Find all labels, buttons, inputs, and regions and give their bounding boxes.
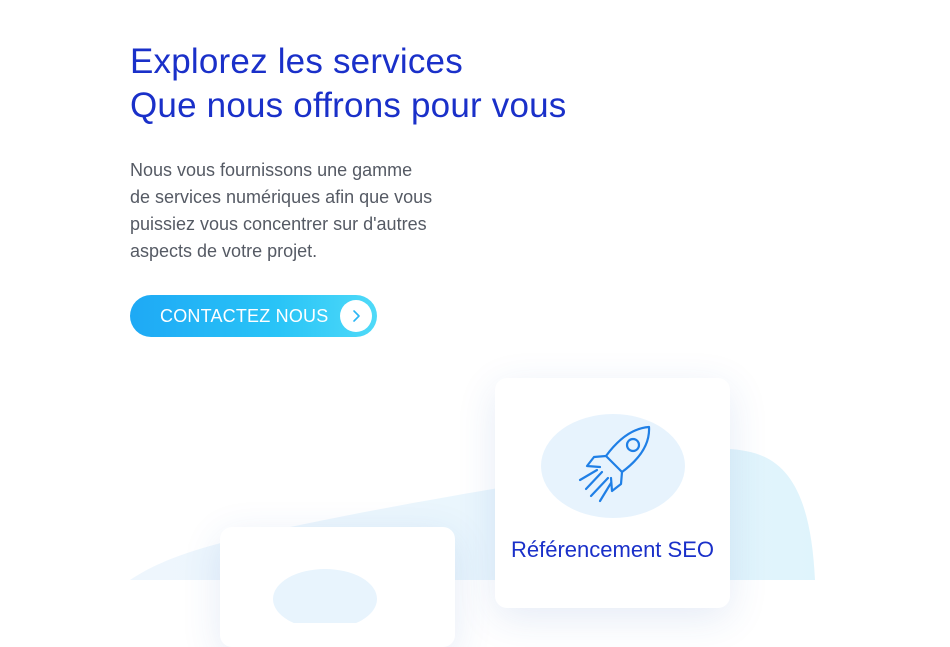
service-card-seo[interactable]: Référencement SEO: [495, 378, 730, 608]
title-line-2: Que nous offrons pour vous: [130, 86, 567, 125]
background-wave: [130, 448, 815, 580]
description-line: Nous vous fournissons une gamme: [130, 160, 413, 180]
service-icon: [273, 569, 377, 623]
service-card[interactable]: [220, 527, 455, 647]
description-line: de services numériques afin que vous: [130, 187, 433, 207]
section-title: Explorez les services Que nous offrons p…: [130, 40, 567, 128]
title-line-1: Explorez les services: [130, 42, 463, 81]
description-line: aspects de votre projet.: [130, 241, 318, 261]
contact-us-button[interactable]: CONTACTEZ NOUS: [130, 295, 377, 337]
rocket-icon: [541, 414, 685, 518]
chevron-right-icon: [340, 300, 372, 332]
contact-us-label: CONTACTEZ NOUS: [160, 305, 329, 326]
description-line: puissiez vous concentrer sur d'autres: [130, 214, 427, 234]
section-description: Nous vous fournissons une gamme de servi…: [130, 157, 460, 265]
service-title: Référencement SEO: [511, 537, 714, 562]
